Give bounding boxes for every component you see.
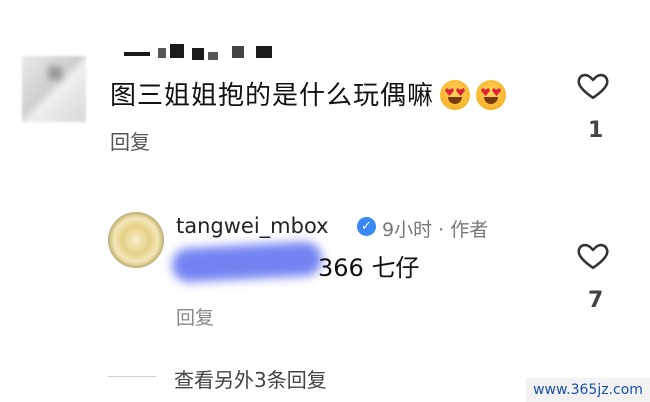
heart-eyes-emoji-icon: [476, 80, 507, 110]
divider: [108, 376, 156, 377]
view-more-replies-button[interactable]: 查看另外3条回复: [174, 364, 327, 393]
heart-eyes-emoji-icon: [440, 80, 471, 110]
username-redacted: [110, 44, 310, 64]
comment-body: 图三姐姐抱的是什么玩偶嘛: [110, 81, 435, 111]
watermark: www.365jz.com: [526, 378, 650, 402]
avatar[interactable]: [22, 56, 86, 122]
reply-button[interactable]: 回复: [110, 126, 150, 155]
reply-meta: 9小时 · 作者: [382, 219, 489, 241]
reply-text: 366 七仔: [318, 254, 420, 282]
heart-icon[interactable]: [576, 68, 610, 102]
like-count: 7: [588, 288, 604, 313]
avatar[interactable]: [108, 212, 164, 268]
reply-button[interactable]: 回复: [176, 303, 214, 330]
heart-icon[interactable]: [576, 238, 610, 272]
username[interactable]: tangwei_mbox: [176, 214, 329, 238]
redaction-scribble: [171, 241, 323, 283]
comment-text: 图三姐姐抱的是什么玩偶嘛: [110, 80, 507, 112]
like-count: 1: [588, 118, 604, 143]
verified-icon: ✓: [357, 217, 376, 236]
